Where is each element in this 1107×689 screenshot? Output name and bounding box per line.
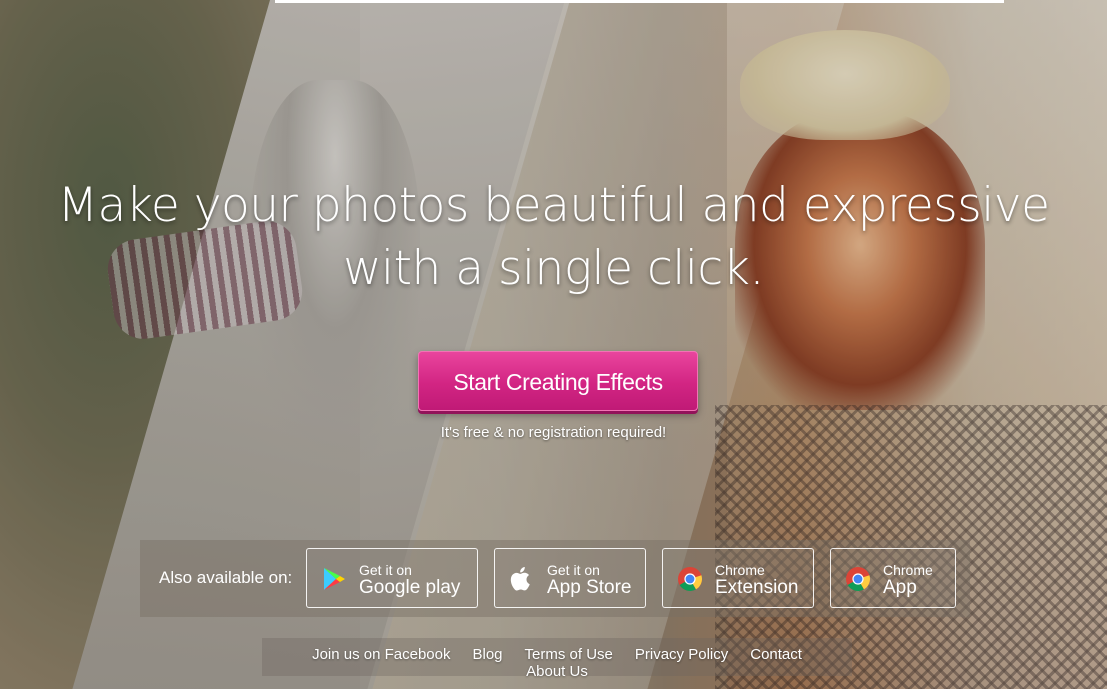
hero-headline-line1: Make your photos beautiful and expressiv… [57, 178, 1050, 233]
footer-link-facebook[interactable]: Join us on Facebook [312, 646, 450, 663]
google-play-icon [321, 566, 347, 592]
chrome-icon [677, 566, 703, 592]
chrome-extension-button[interactable]: Chrome Extension [662, 548, 814, 608]
google-play-line2: Google play [359, 577, 461, 598]
footer-links: Join us on Facebook Blog Terms of Use Pr… [262, 646, 852, 680]
google-play-button[interactable]: Get it on Google play [306, 548, 478, 608]
footer-link-privacy[interactable]: Privacy Policy [635, 646, 728, 663]
app-store-line1: Get it on [547, 562, 600, 578]
footer-link-terms[interactable]: Terms of Use [525, 646, 613, 663]
app-store-button[interactable]: Get it on App Store [494, 548, 646, 608]
chrome-extension-line2: Extension [715, 577, 799, 598]
footer-link-contact[interactable]: Contact [750, 646, 802, 663]
footer-link-about[interactable]: About Us [526, 663, 588, 680]
hero-section: Make your photos beautiful and expressiv… [0, 0, 1107, 689]
chrome-icon [845, 566, 871, 592]
chrome-app-button[interactable]: Chrome App [830, 548, 956, 608]
hero-headline: Make your photos beautiful and expressiv… [0, 174, 1107, 300]
top-divider [275, 0, 1004, 3]
start-creating-effects-button[interactable]: Start Creating Effects [418, 351, 698, 411]
apple-icon [509, 566, 535, 592]
chrome-app-line2: App [883, 577, 917, 598]
hero-headline-line2: with a single click. [343, 241, 764, 296]
google-play-line1: Get it on [359, 562, 412, 578]
free-note: It's free & no registration required! [440, 424, 667, 441]
availability-label: Also available on: [159, 568, 293, 587]
footer-link-blog[interactable]: Blog [472, 646, 502, 663]
app-store-line2: App Store [547, 577, 632, 598]
chrome-app-line1: Chrome [883, 562, 933, 578]
chrome-extension-line1: Chrome [715, 562, 765, 578]
